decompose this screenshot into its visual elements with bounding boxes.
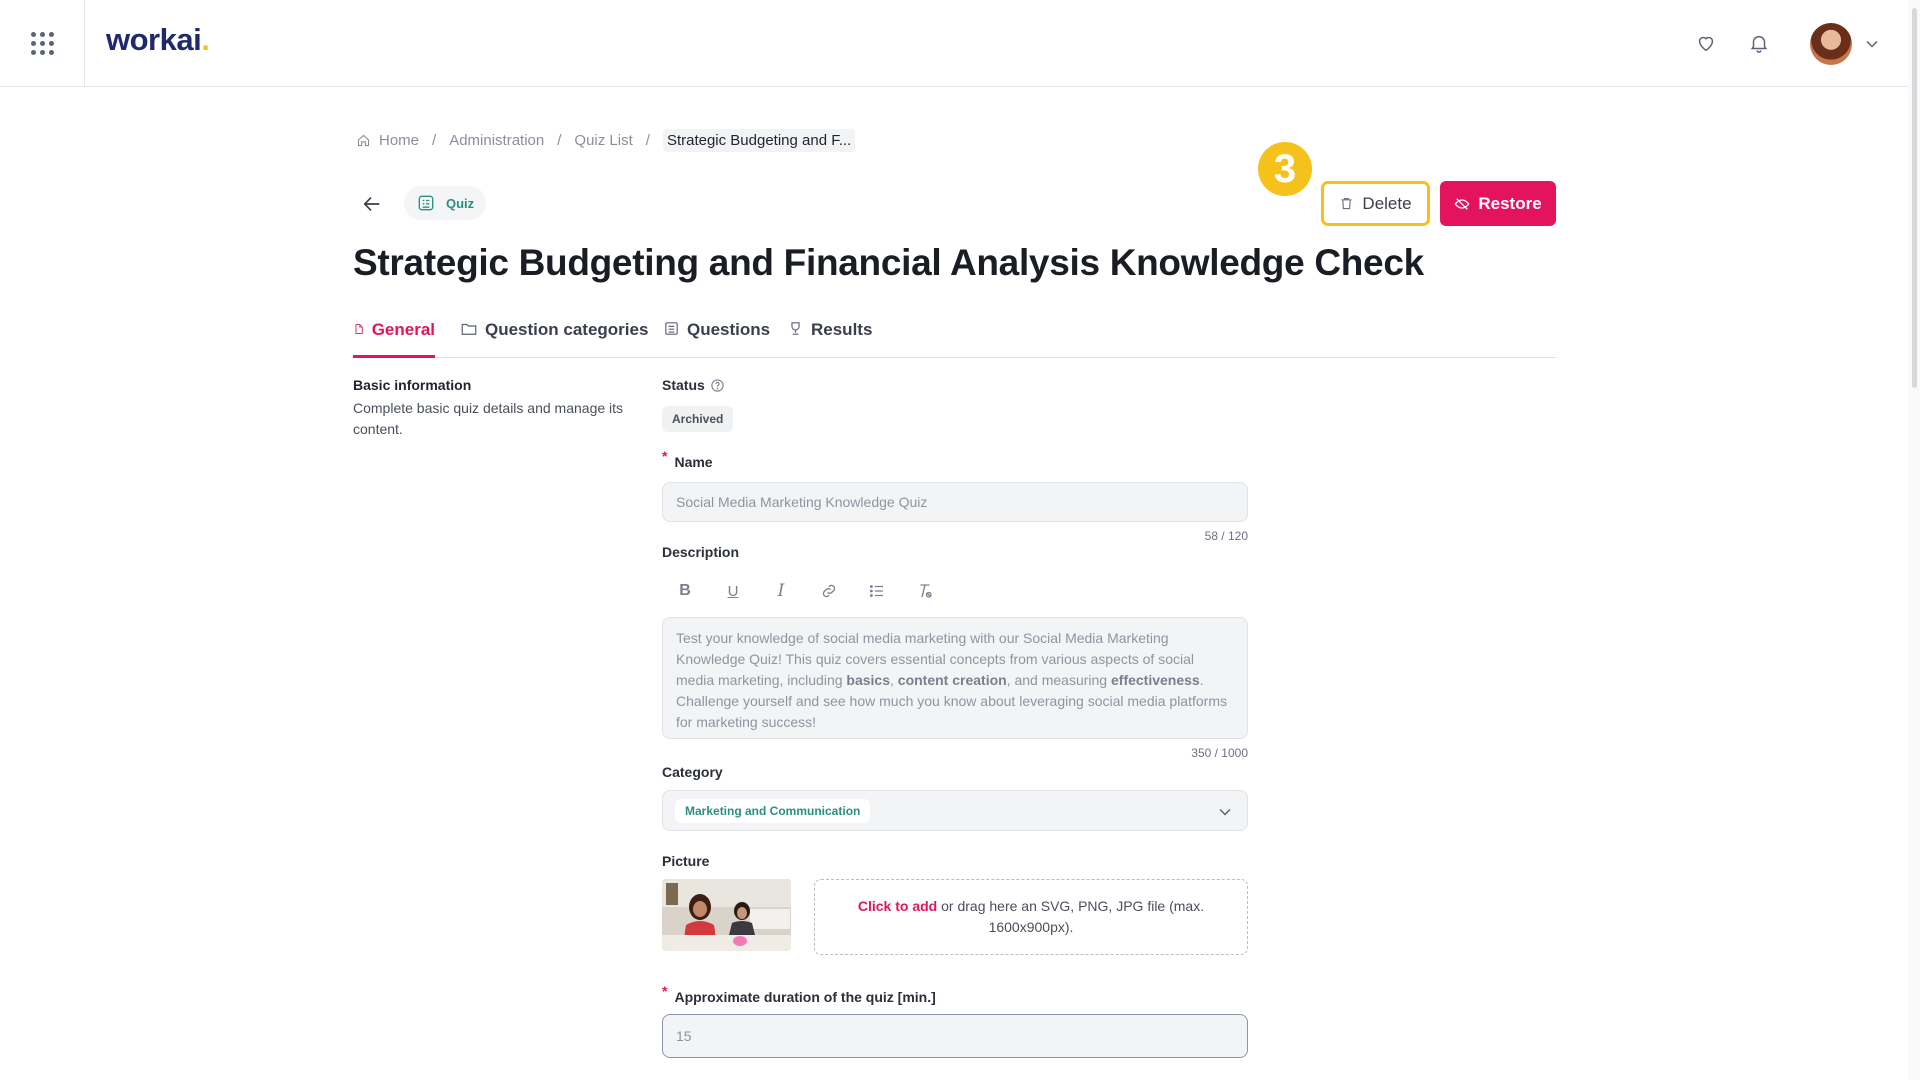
category-tag: Marketing and Communication <box>675 799 871 823</box>
quiz-picture-thumbnail[interactable] <box>662 879 791 951</box>
back-button[interactable] <box>360 193 386 215</box>
click-to-add-link[interactable]: Click to add <box>858 898 937 914</box>
tab-questions[interactable]: Questions <box>663 316 770 358</box>
description-char-counter: 350 / 1000 <box>1191 746 1248 760</box>
breadcrumb-quiz-list[interactable]: Quiz List <box>574 132 632 149</box>
tab-question-categories[interactable]: Question categories <box>460 316 648 358</box>
eye-off-icon <box>1454 197 1470 210</box>
category-select[interactable]: Marketing and Communication <box>662 790 1248 831</box>
bell-icon <box>1750 35 1768 53</box>
name-char-counter: 58 / 120 <box>1204 529 1248 543</box>
name-label-text: Name <box>674 454 713 470</box>
delete-button-label: Delete <box>1362 193 1412 213</box>
status-label-text: Status <box>662 377 705 393</box>
required-marker: * <box>662 448 668 464</box>
name-input[interactable]: Social Media Marketing Knowledge Quiz <box>662 482 1248 522</box>
trash-icon <box>1341 197 1352 210</box>
notifications-button[interactable] <box>1746 30 1772 56</box>
scrollbar-thumb[interactable] <box>1912 8 1917 388</box>
chevron-down-icon <box>1219 808 1231 816</box>
picture-dropzone[interactable]: Click to add or drag here an SVG, PNG, J… <box>814 879 1248 955</box>
help-circle-icon[interactable] <box>710 378 725 393</box>
list-icon <box>665 322 678 335</box>
status-label: Status <box>662 377 725 393</box>
picture-label: Picture <box>662 853 710 869</box>
content-type-label: Quiz <box>446 195 475 211</box>
breadcrumb-separator: / <box>645 131 650 149</box>
name-label: * Name <box>662 448 713 470</box>
tab-bar: General Question categories Questions Re… <box>353 316 1556 358</box>
document-icon <box>355 324 363 334</box>
italic-icon[interactable]: I <box>768 580 794 602</box>
duration-label: * Approximate duration of the quiz [min.… <box>662 983 936 1005</box>
clear-formatting-icon[interactable] <box>912 580 938 602</box>
tab-question-categories-label: Question categories <box>485 320 649 339</box>
tab-questions-label: Questions <box>687 320 771 339</box>
breadcrumb-current: Strategic Budgeting and F... <box>662 128 856 152</box>
favorites-button[interactable] <box>1693 30 1719 56</box>
workai-logo[interactable]: workai. <box>106 22 210 58</box>
description-text: , and measuring <box>1006 672 1111 688</box>
tab-general-label: General <box>371 320 435 339</box>
duration-label-text: Approximate duration of the quiz [min.] <box>674 989 936 1005</box>
description-textarea[interactable]: Test your knowledge of social media mark… <box>662 617 1248 739</box>
folder-icon <box>461 323 477 335</box>
arrow-left-icon <box>363 196 380 212</box>
user-avatar[interactable] <box>1810 23 1852 65</box>
top-navbar: workai. <box>0 0 1908 87</box>
dropzone-text: Click to add or drag here an SVG, PNG, J… <box>845 896 1217 938</box>
page-scrollbar[interactable] <box>1908 0 1920 1080</box>
status-badge: Archived <box>662 406 734 432</box>
quiz-icon <box>418 195 434 211</box>
tab-results-label: Results <box>811 320 873 339</box>
breadcrumb-separator: / <box>432 131 437 149</box>
duration-input[interactable]: 15 <box>662 1014 1248 1058</box>
description-bold: effectiveness <box>1111 672 1200 688</box>
restore-button[interactable]: Restore <box>1440 181 1556 226</box>
description-bold: content creation <box>897 672 1007 688</box>
description-bold: basics <box>846 672 891 688</box>
content-type-chip: Quiz <box>404 186 487 220</box>
required-marker: * <box>662 983 668 999</box>
heart-icon <box>1698 36 1714 52</box>
breadcrumb-home[interactable]: Home <box>379 132 419 149</box>
delete-button[interactable]: Delete <box>1321 181 1430 226</box>
breadcrumb-separator: / <box>557 131 562 149</box>
trophy-icon <box>791 322 800 335</box>
user-menu-toggle[interactable] <box>1862 34 1882 54</box>
chevron-down-icon <box>1866 40 1878 48</box>
bold-icon[interactable]: B <box>672 580 698 602</box>
section-description: Complete basic quiz details and manage i… <box>353 400 624 437</box>
description-label: Description <box>662 544 740 560</box>
category-label: Category <box>662 764 723 780</box>
rich-text-toolbar: B U I <box>662 578 938 604</box>
breadcrumb: Home / Administration / Quiz List / Stra… <box>356 128 856 152</box>
description-text: , <box>890 672 898 688</box>
tab-general[interactable]: General <box>353 316 435 358</box>
dropzone-instructions: or drag here an SVG, PNG, JPG file (max.… <box>937 898 1205 935</box>
link-icon[interactable] <box>816 580 842 602</box>
home-icon <box>356 133 371 148</box>
app-launcher-button[interactable] <box>0 0 85 87</box>
page-title: Strategic Budgeting and Financial Analys… <box>353 242 1424 283</box>
underline-icon[interactable]: U <box>720 580 746 602</box>
restore-button-label: Restore <box>1478 193 1542 213</box>
tab-results[interactable]: Results <box>787 316 872 358</box>
section-title: Basic information <box>353 377 472 393</box>
step-indicator-badge: 3 <box>1258 142 1312 196</box>
breadcrumb-administration[interactable]: Administration <box>449 132 544 149</box>
bullet-list-icon[interactable] <box>864 580 890 602</box>
apps-grid-icon <box>30 32 54 55</box>
